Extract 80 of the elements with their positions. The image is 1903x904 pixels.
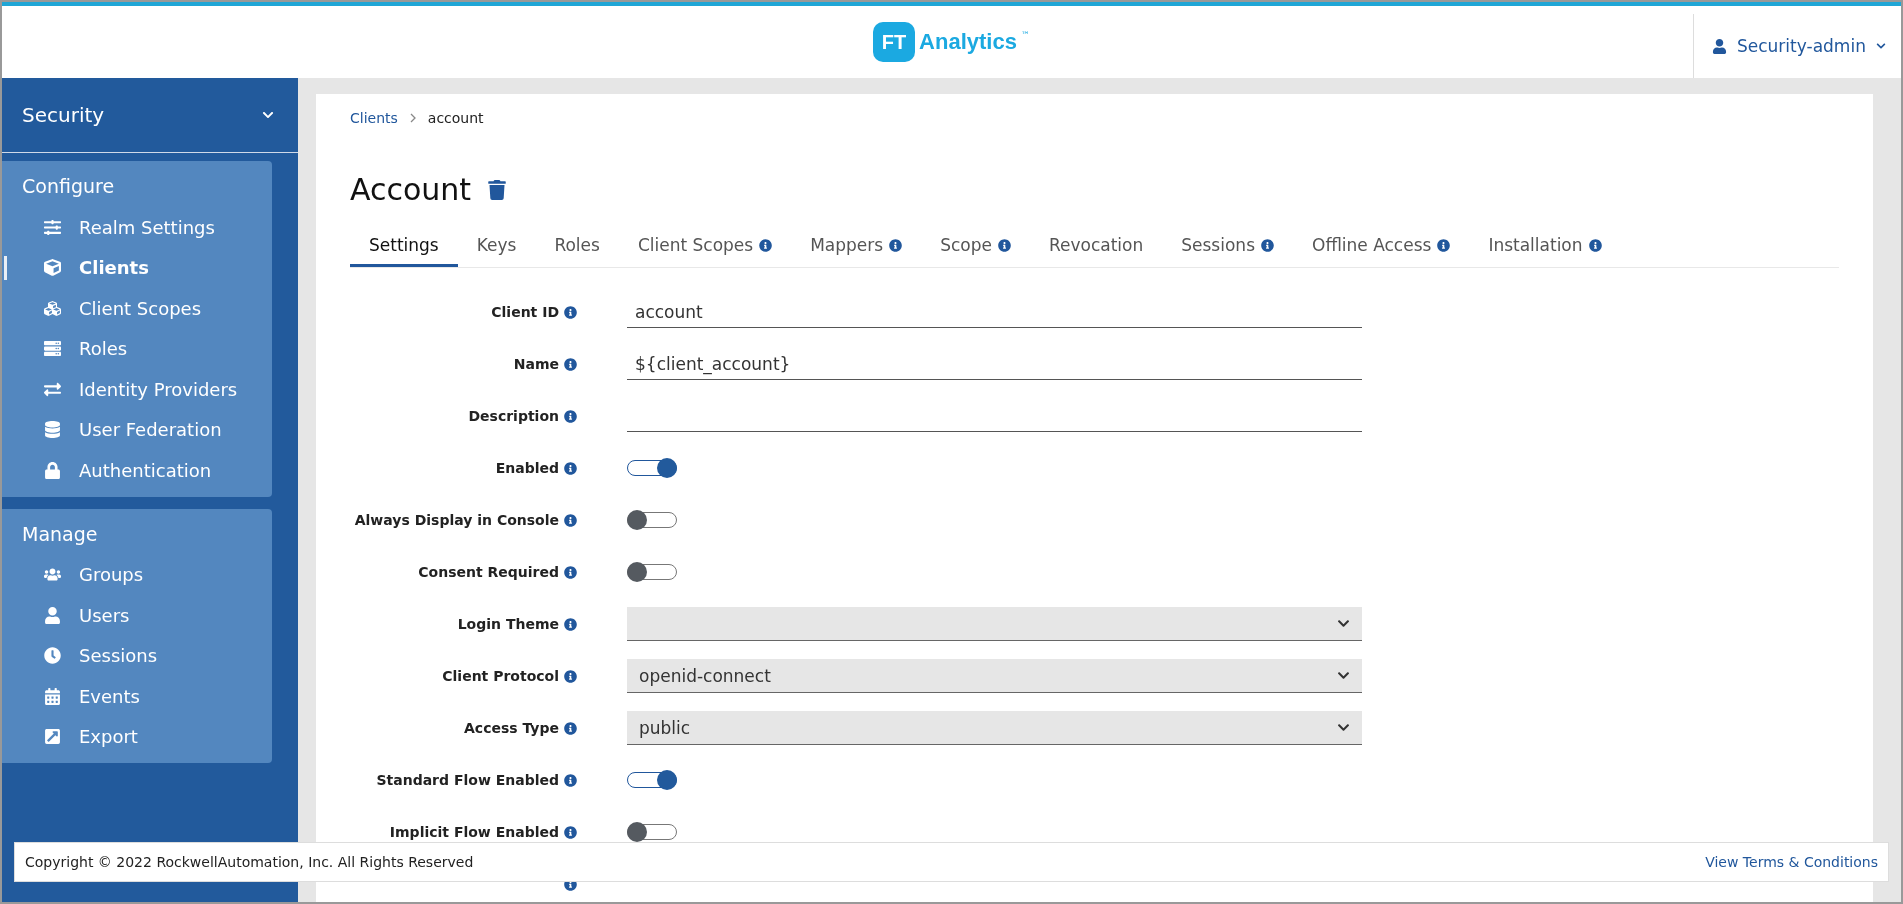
sidebar-item[interactable]: Sessions <box>2 635 272 676</box>
info-icon <box>564 773 577 787</box>
tab[interactable]: Mappers <box>791 227 922 267</box>
sidebar-item[interactable]: Events <box>2 676 272 717</box>
info-icon <box>564 513 577 527</box>
sidebar-item[interactable]: Users <box>2 595 272 636</box>
chevron-down-icon <box>1875 41 1886 51</box>
sidebar-item[interactable]: Client Scopes <box>2 288 272 329</box>
text-field[interactable]: ${client_account} <box>627 348 1362 380</box>
select-field[interactable]: public <box>627 711 1362 745</box>
tab[interactable]: Sessions <box>1162 227 1293 267</box>
breadcrumb-current: account <box>427 110 484 126</box>
tab[interactable]: Roles <box>535 227 619 267</box>
chevron-down-icon <box>1337 721 1350 734</box>
breadcrumb-link[interactable]: Clients <box>350 110 398 126</box>
page-title: Account <box>350 172 472 207</box>
list-icon <box>44 340 61 358</box>
field-label: Client Protocol <box>442 668 559 684</box>
cubes-icon <box>44 299 61 317</box>
sidebar-item[interactable]: Groups <box>2 554 272 595</box>
realm-selector[interactable]: Security <box>2 78 298 153</box>
select-field[interactable]: openid-connect <box>627 659 1362 693</box>
sliders-icon <box>44 218 61 236</box>
sidebar-item[interactable]: Authentication <box>2 450 272 491</box>
exchange-icon <box>44 380 61 398</box>
field-label: Always Display in Console <box>354 512 559 528</box>
sidebar-item[interactable]: Export <box>2 716 272 757</box>
tab[interactable]: Settings <box>350 227 458 267</box>
field-label: Consent Required <box>418 564 559 580</box>
tab[interactable]: Keys <box>457 227 536 267</box>
user-icon <box>1712 38 1727 54</box>
info-icon <box>564 357 577 371</box>
trademark: ™ <box>1020 30 1030 40</box>
select-field[interactable] <box>627 607 1362 641</box>
field-label: Client ID <box>491 304 559 320</box>
info-icon <box>564 721 577 735</box>
info-icon <box>564 825 577 839</box>
chevron-down-icon <box>1337 617 1350 630</box>
tab[interactable]: Scope <box>921 227 1030 267</box>
info-icon <box>564 305 577 319</box>
field-label: Standard Flow Enabled <box>376 772 559 788</box>
tab[interactable]: Client Scopes <box>618 227 792 267</box>
tab[interactable]: Installation <box>1469 227 1621 267</box>
copyright-text: Copyright © 2022 RockwellAutomation, Inc. All Rights Reserved <box>25 854 474 870</box>
user-menu[interactable]: Security-admin <box>1693 14 1901 78</box>
delete-icon[interactable] <box>487 179 508 200</box>
cube-icon <box>44 259 61 277</box>
section-title: Manage <box>21 522 99 547</box>
sidebar-item[interactable]: Clients <box>2 247 272 288</box>
clock-icon <box>44 647 61 665</box>
database-icon <box>44 421 61 439</box>
sidebar-item[interactable]: Realm Settings <box>2 207 272 248</box>
field-label: Access Type <box>464 720 559 736</box>
info-icon <box>564 565 577 579</box>
terms-link[interactable]: View Terms & Conditions <box>1705 854 1878 870</box>
info-icon <box>564 617 577 631</box>
text-field[interactable]: account <box>627 296 1362 328</box>
info-icon <box>564 461 577 475</box>
section-title: Configure <box>21 175 116 199</box>
field-label: Login Theme <box>457 616 559 632</box>
calendar-icon <box>44 687 61 705</box>
sidebar-item[interactable]: Roles <box>2 328 272 369</box>
chevron-down-icon <box>1337 669 1350 682</box>
export-icon <box>44 728 61 746</box>
lock-icon <box>44 461 61 479</box>
sidebar-item[interactable]: User Federation <box>2 409 272 450</box>
info-icon <box>564 669 577 683</box>
tab[interactable]: Revocation <box>1029 227 1163 267</box>
info-icon <box>564 409 577 423</box>
logo-mark: FT <box>873 22 916 62</box>
tab[interactable]: Offline Access <box>1293 227 1470 267</box>
sidebar-item[interactable]: Identity Providers <box>2 369 272 410</box>
field-label: Name <box>513 356 559 372</box>
field-label: Enabled <box>495 460 559 476</box>
field-label: Description <box>468 408 559 424</box>
chevron-right-icon <box>409 113 416 123</box>
field-label: Implicit Flow Enabled <box>389 824 559 840</box>
user-icon <box>44 606 61 624</box>
logo-text: Analytics <box>919 29 1017 55</box>
chevron-down-icon <box>262 109 274 121</box>
